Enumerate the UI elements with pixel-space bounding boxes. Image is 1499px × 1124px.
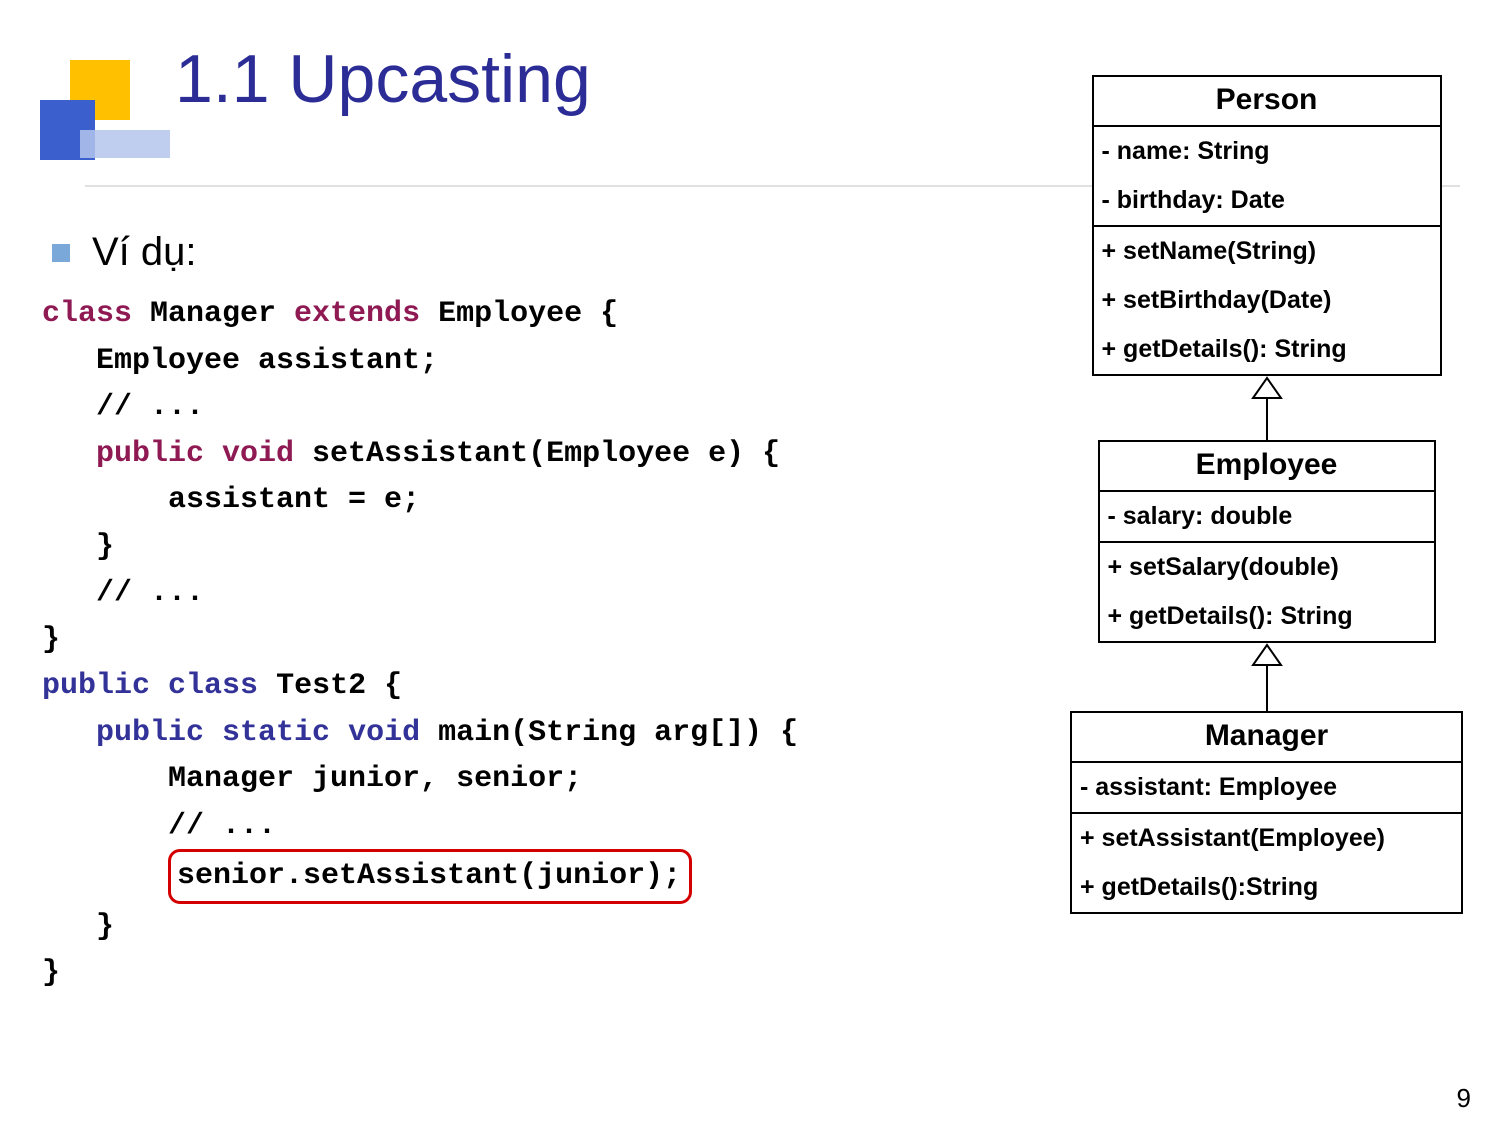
inheritance-arrow-icon bbox=[1070, 376, 1463, 440]
kw-class: class bbox=[42, 297, 132, 331]
kw-public: public bbox=[42, 437, 204, 471]
code-text: setAssistant(Employee e) { bbox=[294, 437, 780, 471]
slide-title: 1.1 Upcasting bbox=[175, 40, 591, 118]
code-pad bbox=[42, 859, 168, 893]
code-text: Test2 { bbox=[258, 669, 402, 703]
page-number: 9 bbox=[1457, 1083, 1471, 1114]
code-sample: class Manager extends Employee { Employe… bbox=[42, 291, 692, 997]
uml-method: + getDetails(): String bbox=[1094, 325, 1440, 374]
code-text: Employee { bbox=[420, 297, 618, 331]
kw-class: class bbox=[150, 669, 258, 703]
uml-class-name: Person bbox=[1094, 77, 1440, 127]
code-text: Manager junior, senior; bbox=[42, 762, 582, 796]
uml-method: + setAssistant(Employee) bbox=[1072, 814, 1461, 863]
kw-public: public bbox=[42, 669, 150, 703]
uml-attribute: - salary: double bbox=[1100, 492, 1434, 541]
title-decoration-icon bbox=[40, 60, 170, 190]
bullet-item: Ví dụ: bbox=[52, 230, 692, 275]
kw-void: void bbox=[204, 437, 294, 471]
code-text: Employee assistant; bbox=[42, 344, 438, 378]
kw-static: static bbox=[204, 716, 330, 750]
uml-class-person: Person - name: String - birthday: Date +… bbox=[1092, 75, 1442, 376]
code-text: Manager bbox=[132, 297, 294, 331]
inheritance-arrow-icon bbox=[1070, 643, 1463, 711]
uml-method: + getDetails(): String bbox=[1100, 592, 1434, 641]
highlighted-call: senior.setAssistant(junior); bbox=[168, 849, 692, 904]
uml-attribute: - name: String bbox=[1094, 127, 1440, 176]
slide-body: Ví dụ: class Manager extends Employee { … bbox=[42, 230, 692, 997]
code-text: // ... bbox=[42, 809, 276, 843]
uml-method: + getDetails():String bbox=[1072, 863, 1461, 912]
code-text: assistant = e; bbox=[42, 483, 420, 517]
kw-extends: extends bbox=[294, 297, 420, 331]
code-text: } bbox=[42, 956, 60, 990]
bullet-icon bbox=[52, 244, 70, 262]
uml-class-name: Manager bbox=[1072, 713, 1461, 763]
kw-public: public bbox=[42, 716, 204, 750]
kw-void: void bbox=[330, 716, 420, 750]
uml-class-name: Employee bbox=[1100, 442, 1434, 492]
slide-title-area: 1.1 Upcasting bbox=[40, 40, 680, 180]
uml-method: + setName(String) bbox=[1094, 227, 1440, 276]
uml-method: + setSalary(double) bbox=[1100, 543, 1434, 592]
uml-attribute: - birthday: Date bbox=[1094, 176, 1440, 225]
code-text: // ... bbox=[42, 576, 204, 610]
uml-class-manager: Manager - assistant: Employee + setAssis… bbox=[1070, 711, 1463, 914]
uml-attribute: - assistant: Employee bbox=[1072, 763, 1461, 812]
code-text: main(String arg[]) { bbox=[420, 716, 798, 750]
code-text: } bbox=[42, 910, 114, 944]
code-text: // ... bbox=[42, 390, 204, 424]
bullet-text: Ví dụ: bbox=[92, 230, 197, 275]
uml-class-employee: Employee - salary: double + setSalary(do… bbox=[1098, 440, 1436, 643]
code-text: } bbox=[42, 623, 60, 657]
code-text: } bbox=[42, 530, 114, 564]
uml-diagram: Person - name: String - birthday: Date +… bbox=[1070, 75, 1463, 914]
uml-method: + setBirthday(Date) bbox=[1094, 276, 1440, 325]
